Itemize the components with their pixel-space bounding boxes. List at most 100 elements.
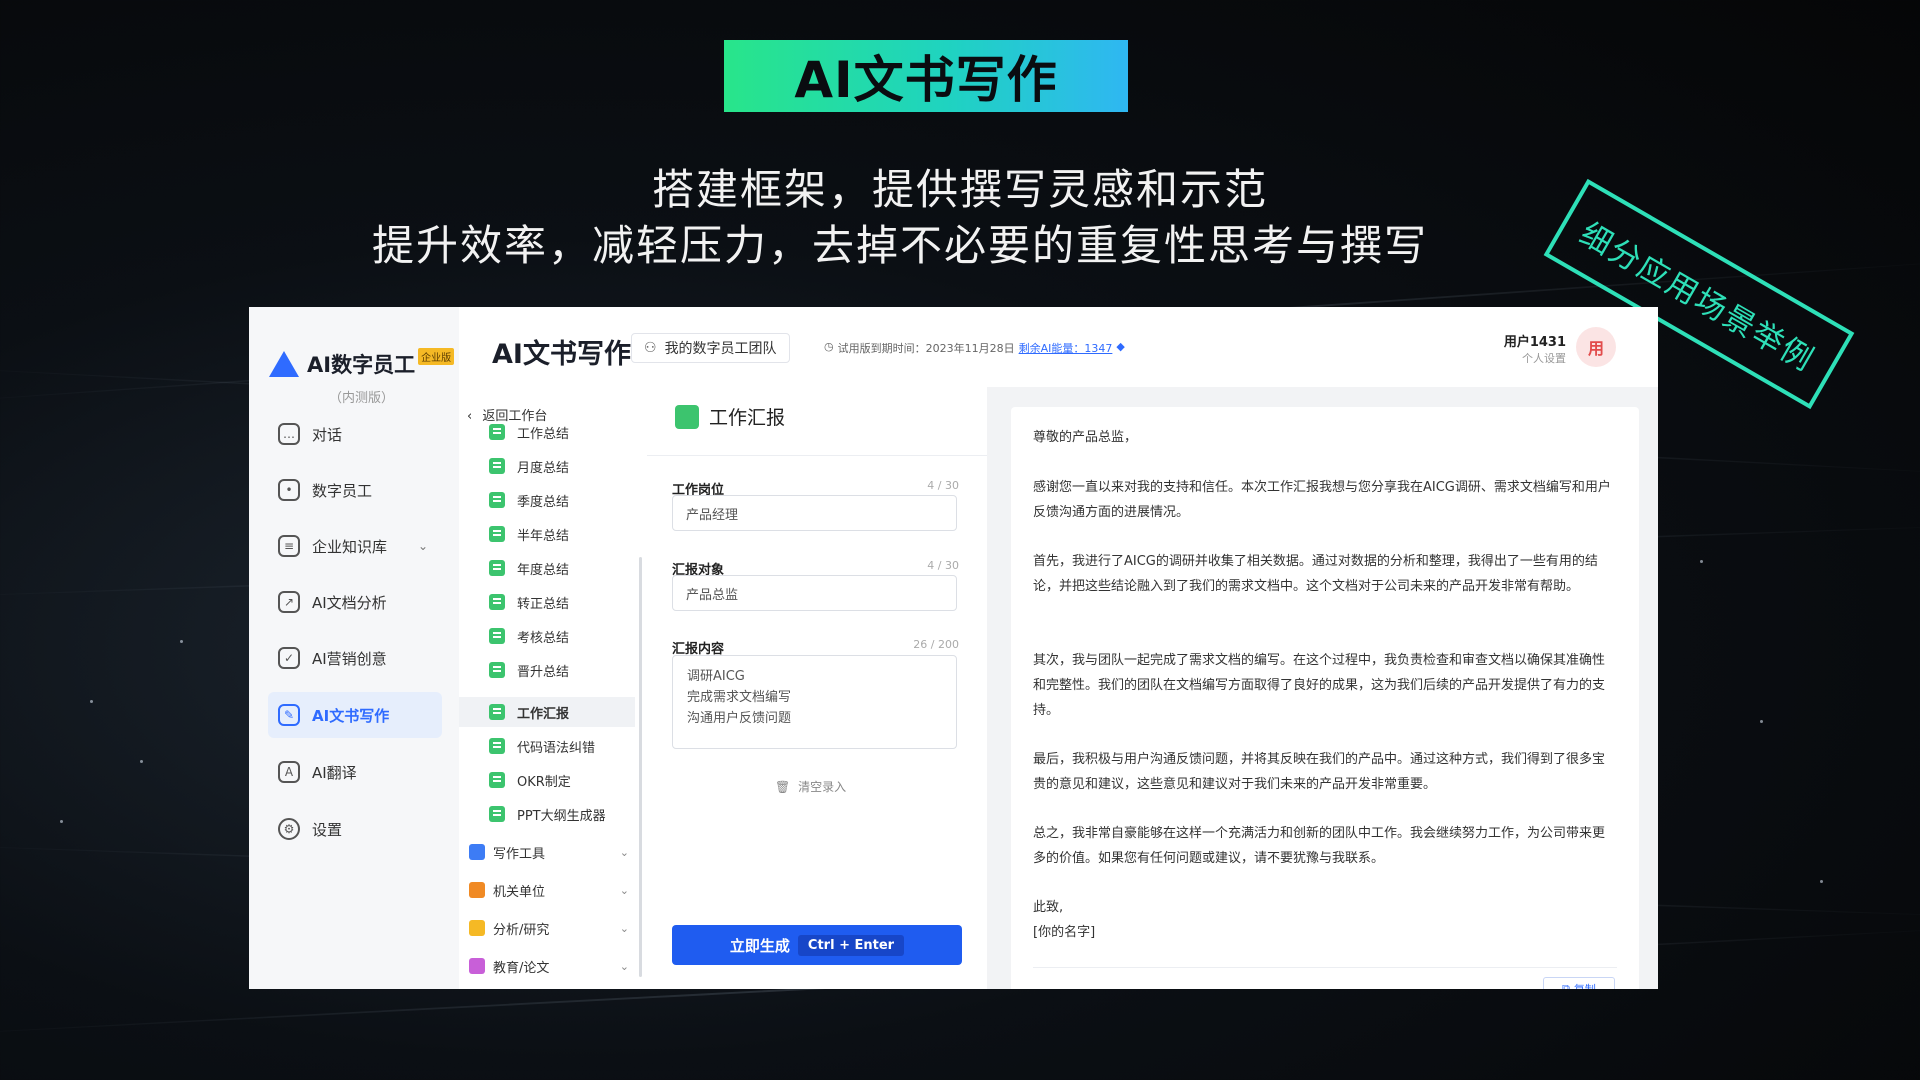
output-paragraph: 感谢您一直以来对我的支持和信任。本次工作汇报我想与您分享我在AICG调研、需求文… [1033,480,1611,520]
divider [647,455,987,456]
nav-label: AI翻译 [312,763,357,782]
output-paragraph: 尊敬的产品总监， [1033,430,1138,445]
tree-item[interactable]: PPT大纲生成器 [489,799,606,829]
energy-link[interactable]: 剩余AI能量：1347 [1019,340,1113,356]
doc-icon [489,806,505,822]
gear-icon: ⚙ [278,818,300,840]
category-analysis[interactable]: 分析/研究 ⌄ [469,913,629,943]
tree-item-label: 转正总结 [517,596,570,612]
app-logo[interactable]: AI数字员工 企业版 [269,347,455,379]
user-name: 用户1431 [1503,335,1566,350]
copy-button[interactable]: ⧉ 复制 [1543,977,1615,989]
copy-label: 复制 [1574,981,1596,989]
category-government[interactable]: 机关单位 ⌄ [469,875,629,905]
user-settings-link[interactable]: 个人设置 [1504,350,1566,366]
bg-dot [60,820,63,823]
generated-document: 尊敬的产品总监， 感谢您一直以来对我的支持和信任。本次工作汇报我想与您分享我在A… [1011,407,1639,989]
nav-item-digital-staff[interactable]: • 数字员工 [268,467,442,513]
bg-dot [140,760,143,763]
template-tree: ‹ 返回工作台 工作总结 月度总结 季度总结 半年总结 年度总结 转正总结 考核… [459,387,648,989]
left-nav: AI数字员工 企业版 （内测版） … 对话 • 数字员工 ≡ 企业知识库 ⌄ ↗… [249,307,459,989]
team-icon: ⚇ [644,340,657,356]
my-team-button[interactable]: ⚇ 我的数字员工团队 [631,333,790,363]
bg-dot [1700,560,1703,563]
category-label: 分析/研究 [493,922,550,938]
nav-item-writing[interactable]: ✎ AI文书写作 [268,692,442,738]
tree-item-label: 工作汇报 [517,706,570,722]
trash-icon: 🗑 [775,780,791,794]
chat-icon: … [278,423,300,445]
diamond-icon: ◆ [1116,340,1125,353]
nav-label: 数字员工 [312,481,373,500]
doc-icon [489,526,505,542]
doc-icon [489,738,505,754]
doc-icon [489,772,505,788]
logo-name: AI数字员工 [307,353,416,377]
tree-scrollbar[interactable] [639,557,642,977]
nav-item-settings[interactable]: ⚙ 设置 [268,806,442,852]
nav-label: AI营销创意 [312,649,387,668]
tree-item[interactable]: 工作总结 [489,417,569,447]
edition-badge: 企业版 [418,347,455,365]
tree-item-label: 半年总结 [517,528,570,544]
content-textarea[interactable]: 调研AICG 完成需求文档编写 沟通用户反馈问题 [672,655,957,749]
chevron-down-icon: ⌄ [619,921,629,935]
category-education[interactable]: 教育/论文 ⌄ [469,951,629,981]
position-input[interactable]: 产品经理 [672,495,957,531]
tree-item[interactable]: 半年总结 [489,519,569,549]
page-title: AI文书写作 [492,339,631,370]
clear-input-button[interactable]: 🗑 清空录入 [775,778,846,795]
category-label: 机关单位 [493,884,546,900]
tree-item-selected[interactable]: 工作汇报 [489,697,569,727]
app-window: AI数字员工 企业版 （内测版） … 对话 • 数字员工 ≡ 企业知识库 ⌄ ↗… [249,307,1658,989]
nav-item-knowledge-base[interactable]: ≡ 企业知识库 ⌄ [268,523,442,569]
tree-item[interactable]: 晋升总结 [489,655,569,685]
tree-item[interactable]: 月度总结 [489,451,569,481]
tree-item[interactable]: 代码语法纠错 [489,731,595,761]
logo-icon [269,351,299,377]
clock-icon: ◷ [824,340,834,353]
input-form: 工作汇报 工作岗位 4 / 30 产品经理 汇报对象 4 / 30 产品总监 汇… [647,387,988,989]
output-panel: 尊敬的产品总监， 感谢您一直以来对我的支持和信任。本次工作汇报我想与您分享我在A… [987,387,1658,989]
nav-item-translate[interactable]: A AI翻译 [268,749,442,795]
bulb-icon: ✓ [278,647,300,669]
nav-item-chat[interactable]: … 对话 [268,411,442,457]
generate-button[interactable]: 立即生成 Ctrl + Enter [672,925,962,965]
slide-title-badge: AI文书写作 [724,40,1128,112]
doc-icon [489,458,505,474]
chevron-left-icon: ‹ [467,409,473,424]
user-info[interactable]: 用户1431 个人设置 [1504,331,1566,366]
output-paragraph: 此致, [1033,900,1064,915]
tree-item-label: 季度总结 [517,494,570,510]
target-count: 4 / 30 [927,559,959,572]
category-writing-tools[interactable]: 写作工具 ⌄ [469,837,629,867]
doc-icon [489,560,505,576]
doc-icon [489,492,505,508]
chevron-down-icon: ⌄ [417,539,428,553]
tree-item-label: 工作总结 [517,426,570,442]
tree-item[interactable]: 转正总结 [489,587,569,617]
tree-item[interactable]: 年度总结 [489,553,569,583]
form-title: 工作汇报 [675,403,785,430]
analysis-icon: ↗ [278,591,300,613]
tree-item[interactable]: 考核总结 [489,621,569,651]
target-input[interactable]: 产品总监 [672,575,957,611]
avatar[interactable]: 用 [1576,327,1616,367]
book-icon: ≡ [278,535,300,557]
content-count: 26 / 200 [913,638,959,651]
output-paragraph: 其次，我与团队一起完成了需求文档的编写。在这个过程中，我负责检查和审查文档以确保… [1033,653,1606,718]
category-icon [469,844,485,860]
tree-item[interactable]: 季度总结 [489,485,569,515]
tree-item[interactable]: OKR制定 [489,765,571,795]
category-label: 写作工具 [493,846,546,862]
output-paragraph: 首先，我进行了AICG的调研并收集了相关数据。通过对数据的分析和整理，我得出了一… [1033,554,1598,594]
trial-expiry: 试用版到期时间：2023年11月28日 [837,342,1015,355]
nav-label: 企业知识库 [312,537,388,556]
chevron-down-icon: ⌄ [619,883,629,897]
trial-info: ◷ 试用版到期时间：2023年11月28日 剩余AI能量：1347 ◆ [824,340,1125,356]
doc-icon [489,594,505,610]
nav-item-doc-analysis[interactable]: ↗ AI文档分析 [268,579,442,625]
form-title-label: 工作汇报 [709,407,786,429]
tree-item-label: 月度总结 [517,460,570,476]
nav-item-marketing[interactable]: ✓ AI营销创意 [268,635,442,681]
